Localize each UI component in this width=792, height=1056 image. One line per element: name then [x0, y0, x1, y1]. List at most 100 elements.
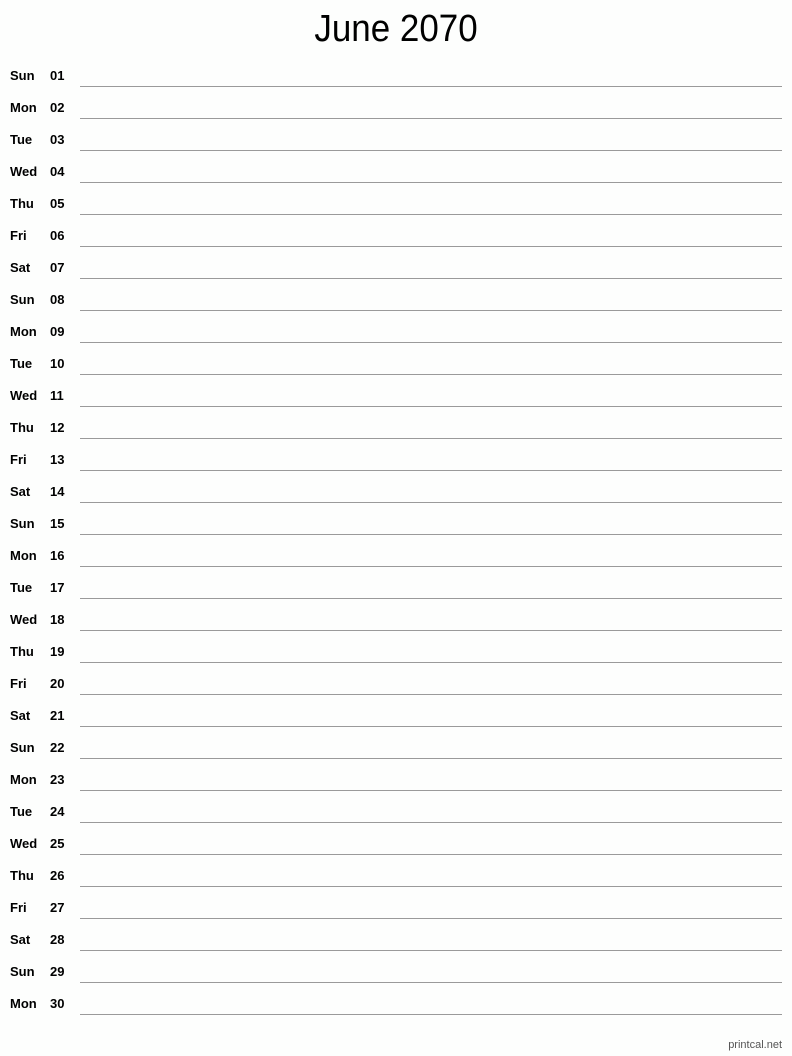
weekday-label: Wed [10, 836, 38, 851]
day-row: Sun 15 [0, 508, 792, 540]
day-row: Wed 25 [0, 828, 792, 860]
writing-line [80, 182, 782, 183]
day-number: 29 [50, 964, 65, 979]
day-row: Thu 26 [0, 860, 792, 892]
writing-line [80, 598, 782, 599]
day-number: 08 [50, 292, 65, 307]
weekday-label: Wed [10, 164, 38, 179]
day-row: Mon 09 [0, 316, 792, 348]
day-number: 22 [50, 740, 65, 755]
weekday-label: Sat [10, 484, 31, 499]
day-row: Fri 13 [0, 444, 792, 476]
weekday-label: Wed [10, 388, 38, 403]
weekday-label: Sun [10, 68, 35, 83]
day-number: 19 [50, 644, 65, 659]
day-number: 14 [50, 484, 65, 499]
day-number: 01 [50, 68, 65, 83]
day-number: 06 [50, 228, 65, 243]
weekday-label: Tue [10, 132, 33, 147]
day-number: 30 [50, 996, 65, 1011]
day-row: Sun 22 [0, 732, 792, 764]
day-row: Mon 02 [0, 92, 792, 124]
day-number: 21 [50, 708, 65, 723]
day-row: Sat 07 [0, 252, 792, 284]
day-row: Thu 12 [0, 412, 792, 444]
writing-line [80, 822, 782, 823]
day-list: Sun 01 Mon 02 Tue 03 Wed 04 Thu 05 Fri 06 Sat 07 Sun 08… [0, 60, 792, 1020]
writing-line [80, 790, 782, 791]
weekday-label: Thu [10, 420, 34, 435]
day-number: 12 [50, 420, 65, 435]
day-number: 25 [50, 836, 65, 851]
weekday-label: Thu [10, 644, 34, 659]
writing-line [80, 470, 782, 471]
day-row: Sun 01 [0, 60, 792, 92]
day-row: Mon 30 [0, 988, 792, 1020]
weekday-label: Mon [10, 996, 37, 1011]
day-row: Mon 23 [0, 764, 792, 796]
weekday-label: Mon [10, 100, 37, 115]
writing-line [80, 758, 782, 759]
page-title: June 2070 [314, 8, 478, 50]
writing-line [80, 566, 782, 567]
weekday-label: Fri [10, 228, 27, 243]
weekday-label: Fri [10, 900, 27, 915]
weekday-label: Thu [10, 196, 34, 211]
day-row: Tue 24 [0, 796, 792, 828]
day-row: Sun 08 [0, 284, 792, 316]
weekday-label: Sun [10, 516, 35, 531]
writing-line [80, 630, 782, 631]
writing-line [80, 246, 782, 247]
weekday-label: Tue [10, 580, 33, 595]
weekday-label: Sat [10, 708, 31, 723]
weekday-label: Sat [10, 260, 31, 275]
weekday-label: Thu [10, 868, 34, 883]
day-row: Thu 19 [0, 636, 792, 668]
weekday-label: Fri [10, 676, 27, 691]
day-row: Tue 03 [0, 124, 792, 156]
writing-line [80, 86, 782, 87]
day-row: Sat 28 [0, 924, 792, 956]
weekday-label: Mon [10, 548, 37, 563]
writing-line [80, 534, 782, 535]
writing-line [80, 310, 782, 311]
day-number: 07 [50, 260, 65, 275]
day-number: 13 [50, 452, 65, 467]
weekday-label: Mon [10, 772, 37, 787]
writing-line [80, 118, 782, 119]
day-number: 10 [50, 356, 65, 371]
day-row: Sat 14 [0, 476, 792, 508]
day-number: 11 [50, 388, 64, 403]
day-row: Sat 21 [0, 700, 792, 732]
writing-line [80, 918, 782, 919]
day-row: Mon 16 [0, 540, 792, 572]
weekday-label: Sun [10, 740, 35, 755]
writing-line [80, 982, 782, 983]
writing-line [80, 278, 782, 279]
writing-line [80, 950, 782, 951]
weekday-label: Sun [10, 292, 35, 307]
day-row: Fri 27 [0, 892, 792, 924]
day-row: Fri 20 [0, 668, 792, 700]
writing-line [80, 150, 782, 151]
weekday-label: Fri [10, 452, 27, 467]
writing-line [80, 502, 782, 503]
day-number: 23 [50, 772, 65, 787]
writing-line [80, 214, 782, 215]
writing-line [80, 662, 782, 663]
writing-line [80, 694, 782, 695]
day-row: Wed 18 [0, 604, 792, 636]
day-number: 18 [50, 612, 65, 627]
day-row: Wed 11 [0, 380, 792, 412]
weekday-label: Tue [10, 356, 33, 371]
writing-line [80, 406, 782, 407]
writing-line [80, 438, 782, 439]
weekday-label: Tue [10, 804, 33, 819]
weekday-label: Mon [10, 324, 37, 339]
day-row: Sun 29 [0, 956, 792, 988]
day-number: 04 [50, 164, 65, 179]
day-number: 20 [50, 676, 65, 691]
day-number: 28 [50, 932, 65, 947]
weekday-label: Wed [10, 612, 38, 627]
weekday-label: Sat [10, 932, 31, 947]
